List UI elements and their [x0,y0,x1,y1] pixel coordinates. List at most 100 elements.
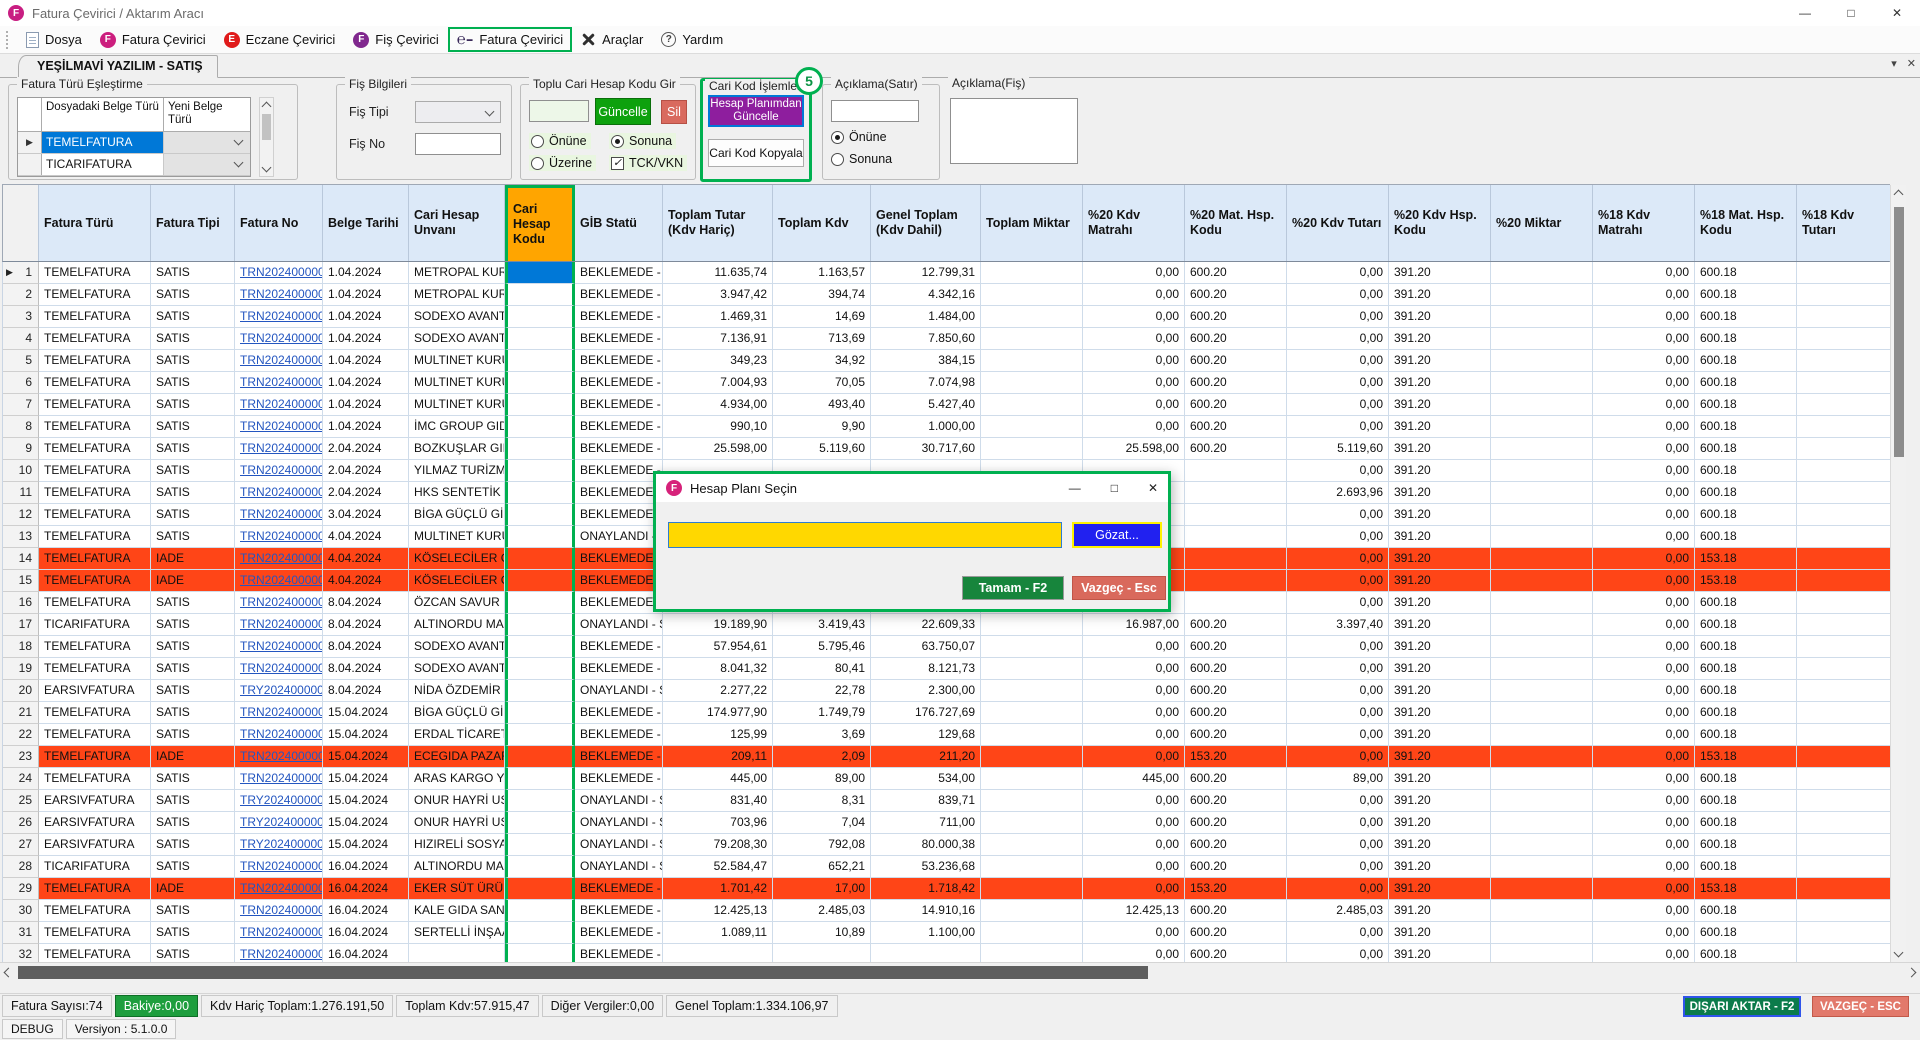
cell-kod[interactable] [505,658,575,680]
column-header-tarih[interactable]: Belge Tarihi [323,185,409,261]
column-header-tutar[interactable]: Toplam Tutar (Kdv Hariç) [663,185,773,261]
invoice-link[interactable]: TRN2024000000... [240,859,323,873]
table-row[interactable]: 28TICARIFATURASATISTRN2024000000...16.04… [3,856,1890,878]
menu-item-fi-evirici[interactable]: FFiş Çevirici [344,27,448,52]
radio-sonuna[interactable]: Sonuna [609,133,676,149]
cell-kod[interactable] [505,262,575,284]
cell-no[interactable]: TRN2024000000... [235,548,323,570]
gozat-button[interactable]: Gözat... [1072,522,1162,548]
cell-kod[interactable] [505,636,575,658]
cell-kod[interactable] [505,768,575,790]
column-header-genel[interactable]: Genel Toplam (Kdv Dahil) [871,185,981,261]
invoice-link[interactable]: TRN2024000000... [240,485,323,499]
cell-no[interactable]: TRN2024000000... [235,614,323,636]
belge-turu-cell[interactable]: TICARIFATURA [42,154,164,175]
invoice-link[interactable]: TRN2024000000... [240,925,323,939]
invoice-link[interactable]: TRY2024000000... [240,793,323,807]
maximize-icon[interactable]: □ [1828,0,1874,26]
cell-kod[interactable] [505,614,575,636]
cell-kod[interactable] [505,680,575,702]
column-header-t20[interactable]: %20 Kdv Tutarı [1287,185,1389,261]
scroll-down-icon[interactable] [262,163,272,173]
scroll-right-icon[interactable] [1907,968,1917,978]
tamam-f2-button[interactable]: Tamam - F2 [962,576,1064,600]
table-row[interactable]: 2TEMELFATURASATISTRN2024000000...1.04.20… [3,284,1890,306]
ftm-grid-row[interactable]: ▶TEMELFATURA [18,132,250,154]
table-row[interactable]: ▶1TEMELFATURASATISTRN2024000000...1.04.2… [3,262,1890,284]
invoice-link[interactable]: TRN2024000000... [240,463,323,477]
table-row[interactable]: 30TEMELFATURASATISTRN2024000000...16.04.… [3,900,1890,922]
cell-no[interactable]: TRN2024000000... [235,944,323,962]
table-row[interactable]: 25EARSIVFATURASATISTRY2024000000...15.04… [3,790,1890,812]
invoice-link[interactable]: TRN2024000000... [240,353,323,367]
invoice-link[interactable]: TRN2024000000... [240,529,323,543]
dialog-minimize-icon[interactable]: — [1069,481,1081,495]
cell-kod[interactable] [505,570,575,592]
cell-kod[interactable] [505,834,575,856]
vertical-scrollbar[interactable] [1890,185,1906,962]
cell-no[interactable]: TRN2024000000... [235,350,323,372]
column-header-m20[interactable]: %20 Kdv Matrahı [1083,185,1185,261]
column-header-n[interactable] [3,185,39,261]
disari-aktar-button[interactable]: DIŞARI AKTAR - F2 [1683,996,1801,1017]
horizontal-scrollbar[interactable] [0,962,1920,981]
invoice-link[interactable]: TRN2024000000... [240,881,323,895]
cell-kod[interactable] [505,878,575,900]
invoice-link[interactable]: TRN2024000000... [240,705,323,719]
table-row[interactable]: 32TEMELFATURASATISTRN2024000000...16.04.… [3,944,1890,962]
table-row[interactable]: 24TEMELFATURASATISTRN2024000000...15.04.… [3,768,1890,790]
dialog-close-icon[interactable]: ✕ [1148,481,1158,495]
dialog-maximize-icon[interactable]: □ [1111,481,1118,495]
column-header-m18[interactable]: %18 Kdv Matrahı [1593,185,1695,261]
menu-item-dosya[interactable]: Dosya [17,27,91,52]
cell-kod[interactable] [505,812,575,834]
invoice-link[interactable]: TRN2024000000... [240,265,323,279]
menu-item-ara-lar[interactable]: Araçlar [572,27,652,52]
cell-no[interactable]: TRN2024000000... [235,724,323,746]
table-row[interactable]: 20EARSIVFATURASATISTRY2024000000...8.04.… [3,680,1890,702]
cell-kod[interactable] [505,548,575,570]
invoice-link[interactable]: TRN2024000000... [240,375,323,389]
cell-kod[interactable] [505,526,575,548]
radio-onune-satir[interactable]: Önüne [829,129,891,145]
belge-turu-cell[interactable]: TEMELFATURA [42,132,164,153]
column-header-kod[interactable]: Cari Hesap Kodu [505,185,575,261]
radio-onune[interactable]: Önüne [529,133,591,149]
fis-no-input[interactable] [415,133,501,155]
invoice-link[interactable]: TRN2024000000... [240,441,323,455]
invoice-link[interactable]: TRN2024000000... [240,507,323,521]
cell-kod[interactable] [505,922,575,944]
cell-kod[interactable] [505,504,575,526]
tab-list-dropdown-icon[interactable]: ▾ [1891,57,1897,70]
cell-kod[interactable] [505,284,575,306]
cell-kod[interactable] [505,438,575,460]
invoice-link[interactable]: TRN2024000000... [240,331,323,345]
ftm-scrollbar[interactable] [259,97,274,177]
table-row[interactable]: 27EARSIVFATURASATISTRY2024000000...15.04… [3,834,1890,856]
tab-yesilmavi-satis[interactable]: YEŞİLMAVİ YAZILIM - SATIŞ [18,55,218,78]
cell-no[interactable]: TRN2024000000... [235,768,323,790]
column-header-turu[interactable]: Fatura Türü [39,185,151,261]
table-row[interactable]: 19TEMELFATURASATISTRN2024000000...8.04.2… [3,658,1890,680]
cell-no[interactable]: TRN2024000000... [235,438,323,460]
cell-no[interactable]: TRY2024000000... [235,812,323,834]
cell-no[interactable]: TRN2024000000... [235,504,323,526]
table-row[interactable]: 17TICARIFATURASATISTRN2024000000...8.04.… [3,614,1890,636]
vazgec-esc-button[interactable]: VAZGEÇ - ESC [1812,996,1909,1017]
table-row[interactable]: 29TEMELFATURAIADETRN2024000000...16.04.2… [3,878,1890,900]
guncelle-button[interactable]: Güncelle [595,98,651,125]
invoice-link[interactable]: TRN2024000000... [240,397,323,411]
cell-no[interactable]: TRN2024000000... [235,482,323,504]
cell-no[interactable]: TRN2024000000... [235,900,323,922]
cell-kod[interactable] [505,944,575,962]
invoice-link[interactable]: TRN2024000000... [240,639,323,653]
cell-kod[interactable] [505,856,575,878]
sil-button[interactable]: Sil [661,100,687,124]
cell-kod[interactable] [505,790,575,812]
aciklama-satir-input[interactable] [831,100,919,122]
table-row[interactable]: 22TEMELFATURASATISTRN2024000000...15.04.… [3,724,1890,746]
scrollbar-thumb[interactable] [18,966,1148,979]
column-header-gib[interactable]: GİB Statü [575,185,663,261]
cell-no[interactable]: TRN2024000000... [235,262,323,284]
cell-no[interactable]: TRY2024000000... [235,834,323,856]
